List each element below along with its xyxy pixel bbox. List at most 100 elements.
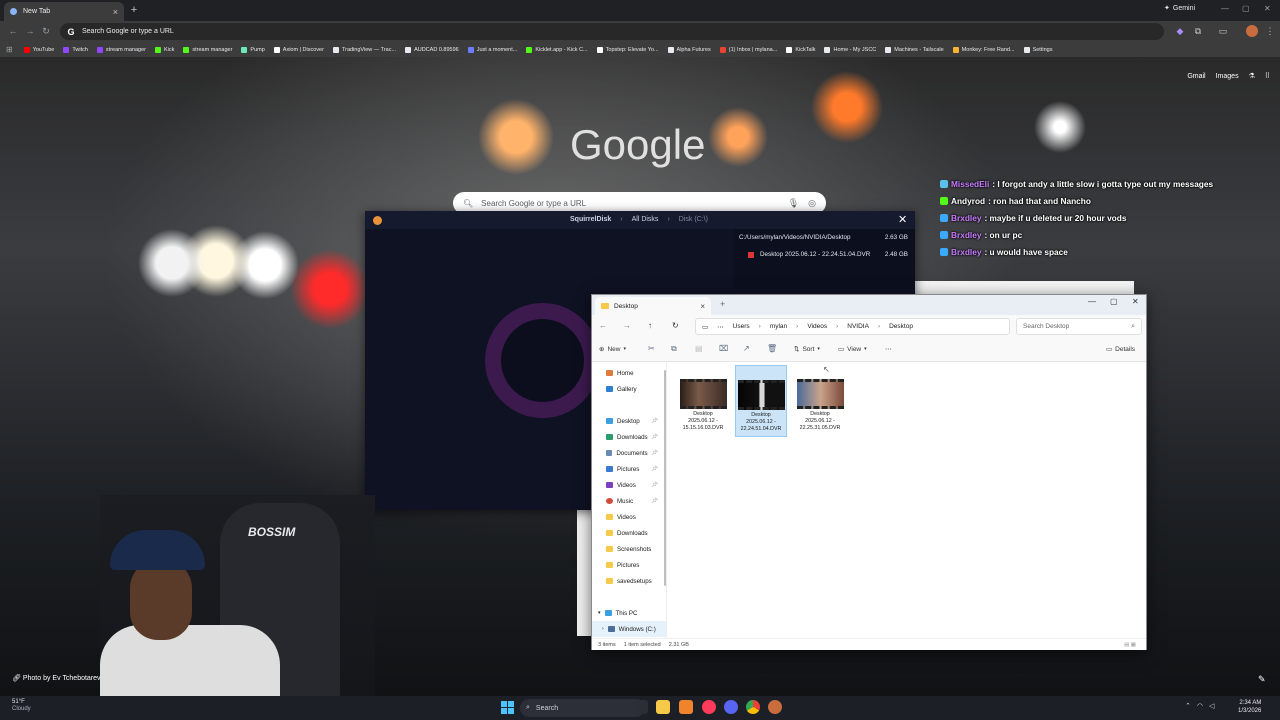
file-tile[interactable]: Desktop 2025.06.12 - 22.25.31.05.DVR: [794, 365, 846, 437]
details-button[interactable]: ▭ Details: [1106, 345, 1135, 354]
maximize-button[interactable]: ▢: [1110, 297, 1118, 306]
menu-kebab-icon[interactable]: ⋮: [1264, 25, 1276, 37]
bookmark-item[interactable]: Machines - Tailscale: [885, 46, 944, 53]
pin-icon[interactable]: 📌︎: [652, 498, 658, 504]
close-tab-icon[interactable]: ×: [700, 302, 705, 311]
bookmark-item[interactable]: Twitch: [63, 46, 88, 53]
pin-icon[interactable]: 📌︎: [652, 450, 658, 456]
view-toggle-icon[interactable]: ▤ ▦: [1124, 642, 1136, 648]
close-window-button[interactable]: ✕: [1132, 297, 1139, 306]
new-button[interactable]: ⊕ New ▾: [599, 345, 626, 354]
forward-button[interactable]: →: [623, 321, 631, 330]
pin-icon[interactable]: 📌︎: [652, 418, 658, 424]
pin-icon[interactable]: 📌︎: [652, 466, 658, 472]
bookmark-item[interactable]: Kicklet.app - Kick C...: [526, 46, 588, 53]
nav-desktop[interactable]: Desktop 📌︎: [592, 413, 666, 429]
pin-icon[interactable]: 📌︎: [652, 434, 658, 440]
close-icon[interactable]: ✕: [898, 213, 907, 226]
back-button[interactable]: ←: [599, 321, 607, 330]
app-taskbar-icon[interactable]: [702, 700, 716, 714]
customize-pencil-icon[interactable]: ✎: [1258, 674, 1266, 685]
volume-icon[interactable]: ◁: [1209, 702, 1214, 710]
photo-credit[interactable]: 🔗︎ Photo by Ev Tchebotarev: [12, 674, 101, 682]
overflow-icon[interactable]: ⋯: [717, 323, 724, 331]
nav-savedsetups[interactable]: savedsetups: [592, 573, 666, 589]
delete-icon[interactable]: 🗑︎: [767, 344, 777, 353]
nav-gallery[interactable]: Gallery: [592, 381, 666, 397]
nav-pictures[interactable]: Pictures 📌︎: [592, 461, 666, 477]
crumb-disk-c[interactable]: Disk (C:\): [679, 216, 708, 223]
crumb-desktop[interactable]: Desktop: [889, 323, 913, 330]
minimize-button[interactable]: —: [1088, 297, 1096, 306]
share-icon[interactable]: ↗: [743, 344, 750, 353]
extension-icon[interactable]: ◆: [1174, 25, 1186, 37]
bookmark-item[interactable]: YouTube: [23, 46, 54, 53]
crumb-nvidia[interactable]: NVIDIA: [847, 323, 869, 330]
close-window-button[interactable]: ✕: [1264, 4, 1271, 13]
nav-this-pc[interactable]: ▾ This PC: [592, 605, 666, 621]
wifi-icon[interactable]: ◠: [1197, 702, 1203, 710]
app-taskbar-icon[interactable]: [768, 700, 782, 714]
file-row[interactable]: Desktop 2025.06.12 - 22.24.51.04.DVR 2.4…: [734, 246, 915, 263]
bookmark-item[interactable]: Just a moment...: [467, 46, 517, 53]
labs-flask-icon[interactable]: ⚗: [1249, 72, 1255, 80]
crumb-users[interactable]: Users: [733, 323, 750, 330]
discord-taskbar-icon[interactable]: [724, 700, 738, 714]
crumb-all-disks[interactable]: All Disks: [632, 216, 659, 223]
new-tab-button[interactable]: +: [127, 3, 141, 17]
bookmark-item[interactable]: Kick: [154, 46, 174, 53]
paste-icon[interactable]: ▤: [695, 344, 703, 353]
nav-screenshots[interactable]: Screenshots: [592, 541, 666, 557]
tab-new-tab[interactable]: New Tab ×: [4, 2, 124, 21]
refresh-button[interactable]: ↻: [672, 321, 679, 330]
path-breadcrumb[interactable]: ▭ ⋯ Users › mylan › Videos › NVIDIA › De…: [695, 318, 1010, 335]
bookmark-item[interactable]: stream manager: [183, 46, 232, 53]
windows-start-icon[interactable]: [501, 701, 514, 714]
more-options-icon[interactable]: ⋯: [885, 345, 892, 353]
nav-music[interactable]: Music 📌︎: [592, 493, 666, 509]
bookmark-item[interactable]: Settings: [1023, 46, 1052, 53]
bookmark-item[interactable]: Home - My JSCC: [824, 46, 876, 53]
sort-button[interactable]: ⇅ Sort ▾: [794, 345, 820, 354]
weather-widget[interactable]: 51°F Cloudy: [12, 699, 31, 713]
view-button[interactable]: ▭ View ▾: [838, 345, 867, 354]
up-button[interactable]: ↑: [648, 321, 652, 330]
extensions-puzzle-icon[interactable]: ⧉: [1192, 25, 1204, 37]
disk-usage-ring[interactable]: [485, 303, 600, 418]
lens-camera-icon[interactable]: ◎: [808, 198, 816, 209]
file-explorer-taskbar-icon[interactable]: [656, 700, 670, 714]
forward-button[interactable]: →: [24, 25, 36, 37]
apps-grid-icon[interactable]: ⊞: [6, 45, 13, 54]
nav-documents[interactable]: Documents 📌︎: [592, 445, 666, 461]
rename-icon[interactable]: ⌧: [719, 344, 728, 353]
cut-icon[interactable]: ✂: [648, 344, 655, 353]
nav-scrollbar[interactable]: [664, 370, 666, 586]
nav-downloads-2[interactable]: Downloads: [592, 525, 666, 541]
chrome-taskbar-icon[interactable]: [746, 700, 760, 714]
crumb-mylan[interactable]: mylan: [770, 323, 787, 330]
nav-downloads[interactable]: Downloads 📌︎: [592, 429, 666, 445]
nav-videos[interactable]: Videos 📌︎: [592, 477, 666, 493]
file-tile-selected[interactable]: Desktop 2025.06.12 - 22.24.51.04.DVR: [735, 365, 787, 437]
bookmark-item[interactable]: AUDCAD 0.89596: [405, 46, 459, 53]
apps-grid-icon[interactable]: ⠿: [1265, 72, 1270, 80]
nav-windows-c[interactable]: › Windows (C:): [592, 621, 666, 637]
minimize-button[interactable]: —: [1221, 4, 1229, 13]
microphone-icon[interactable]: 🎙︎: [788, 198, 799, 209]
close-tab-icon[interactable]: ×: [113, 7, 118, 17]
bookmark-item[interactable]: TradingView — Trac...: [332, 46, 396, 53]
bookmark-item[interactable]: (1) Inbox | mylana...: [719, 46, 777, 53]
crumb-videos[interactable]: Videos: [807, 323, 827, 330]
gmail-link[interactable]: Gmail: [1187, 73, 1205, 80]
bookmark-item[interactable]: Pump: [241, 46, 265, 53]
bookmark-item[interactable]: Topstep: Elevate Yo...: [596, 46, 659, 53]
side-panel-icon[interactable]: ▭: [1217, 25, 1229, 37]
bookmark-item[interactable]: Axiom | Discover: [273, 46, 324, 53]
task-view-icon[interactable]: [634, 700, 648, 714]
explorer-tab-desktop[interactable]: Desktop ×: [595, 297, 711, 315]
nav-pictures-2[interactable]: Pictures: [592, 557, 666, 573]
crumb-squirreldisk[interactable]: SquirrelDisk: [570, 216, 611, 223]
reload-button[interactable]: ↻: [40, 25, 52, 37]
search-input[interactable]: Search Desktop ⌕: [1016, 318, 1142, 335]
copy-icon[interactable]: ⧉: [671, 344, 677, 354]
